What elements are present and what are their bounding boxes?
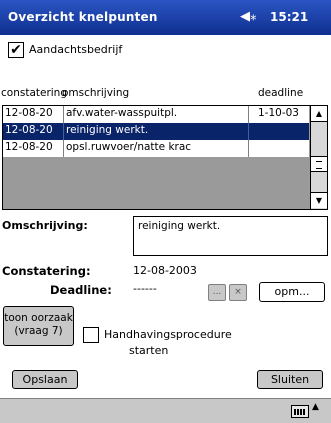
opslaan-button[interactable]: Opslaan [12, 370, 78, 389]
deadline-picker-button[interactable]: ... [208, 284, 226, 301]
table-row[interactable]: 12-08-20 opsl.ruwvoer/natte krac [3, 140, 309, 157]
cell-omschrijving: afv.water-wasspuitpl. [66, 107, 178, 119]
grid-scrollbar[interactable]: ▲ ▼ [310, 106, 327, 209]
toon-oorzaak-button[interactable]: toon oorzaak (vraag 7) [3, 306, 74, 346]
cell-constatering: 12-08-20 [5, 141, 53, 153]
cell-omschrijving: reiniging werkt. [66, 124, 149, 136]
window-title: Overzicht knelpunten [8, 10, 158, 24]
handhavingsprocedure-label-line1: Handhavingsprocedure [104, 328, 232, 341]
keyboard-icon[interactable] [291, 405, 309, 418]
cell-constatering: 12-08-20 [5, 124, 53, 136]
deadline-label: Deadline: [50, 283, 112, 297]
toon-oorzaak-line1: toon oorzaak [4, 312, 73, 324]
aandachtsbedrijf-checkbox[interactable]: ✔ [8, 42, 24, 58]
cell-omschrijving: opsl.ruwvoer/natte krac [66, 141, 192, 153]
knelpunten-grid[interactable]: 12-08-20 afv.water-wasspuitpl. 1-10-03 1… [2, 105, 328, 210]
opm-button[interactable]: opm... [259, 282, 325, 302]
speaker-icon[interactable]: ◀⁎ [240, 9, 257, 24]
scroll-thumb[interactable] [311, 156, 327, 172]
sluiten-button[interactable]: Sluiten [257, 370, 323, 389]
input-menu-arrow-icon[interactable]: ▲ [312, 402, 319, 412]
cell-deadline: 1-10-03 [258, 107, 299, 119]
deadline-value: ------ [133, 282, 157, 295]
aandachtsbedrijf-label: Aandachtsbedrijf [29, 43, 123, 56]
title-bar: Overzicht knelpunten ◀⁎ 15:21 [0, 0, 331, 35]
handhavingsprocedure-checkbox[interactable] [83, 327, 99, 343]
omschrijving-label: Omschrijving: [2, 219, 88, 232]
handhavingsprocedure-label-line2: starten [129, 344, 169, 357]
column-header-omschrijving[interactable]: omschrijving [62, 87, 129, 99]
scroll-down-arrow-icon[interactable]: ▼ [311, 192, 327, 208]
toon-oorzaak-line2: (vraag 7) [14, 325, 63, 337]
menu-bar: ▲ [0, 398, 331, 423]
table-row[interactable]: 12-08-20 afv.water-wasspuitpl. 1-10-03 [3, 106, 309, 123]
cell-constatering: 12-08-20 [5, 107, 53, 119]
column-header-constatering[interactable]: constatering [1, 87, 67, 99]
scroll-up-arrow-icon[interactable]: ▲ [311, 106, 327, 122]
column-header-deadline[interactable]: deadline [258, 87, 303, 99]
clear-icon[interactable]: × [229, 284, 247, 301]
constatering-value: 12-08-2003 [133, 264, 197, 277]
omschrijving-field[interactable]: reiniging werkt. [133, 216, 328, 256]
clock[interactable]: 15:21 [270, 10, 308, 24]
table-row-selected[interactable]: 12-08-20 reiniging werkt. [3, 123, 309, 140]
constatering-label: Constatering: [2, 264, 91, 278]
